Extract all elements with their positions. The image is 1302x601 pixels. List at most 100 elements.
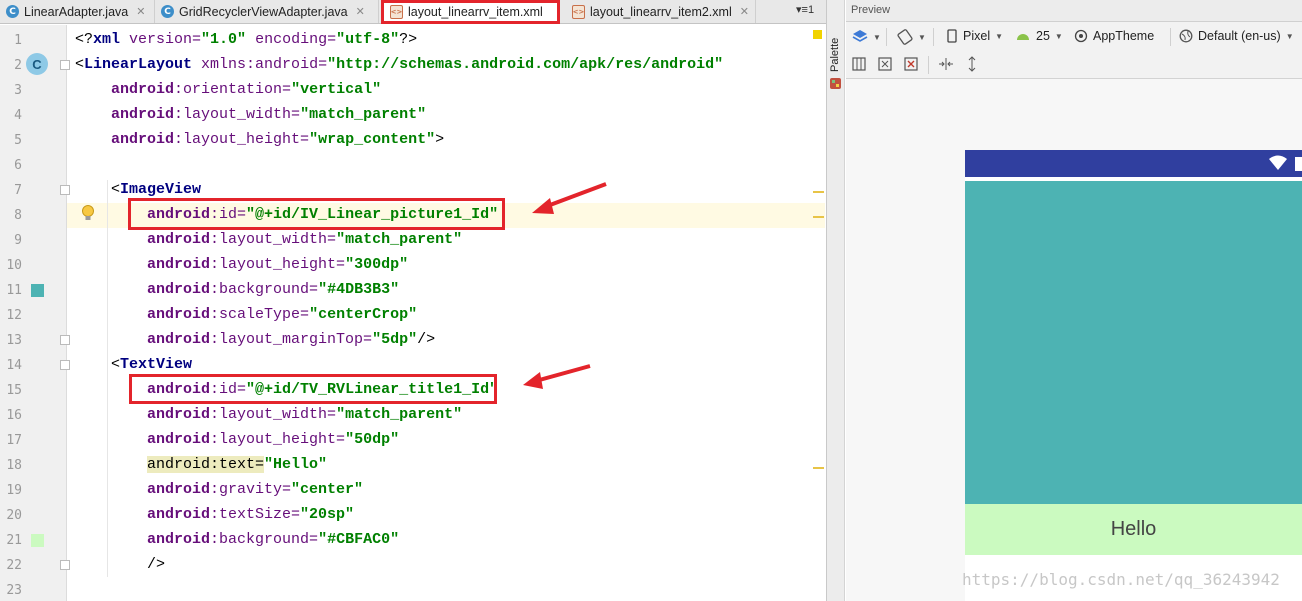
- code-token: encoding=: [246, 31, 337, 48]
- code-token: <?: [75, 31, 94, 48]
- code-line: android:orientation="vertical": [75, 81, 381, 98]
- line-number: 20: [6, 508, 22, 523]
- line-number: 19: [6, 483, 22, 498]
- imageview-preview[interactable]: [965, 181, 1302, 504]
- lightbulb-icon[interactable]: [81, 204, 95, 222]
- close-icon[interactable]: ✕: [136, 5, 145, 18]
- expand-vertical-icon[interactable]: [966, 56, 978, 72]
- tab-label: GridRecyclerViewAdapter.java: [179, 4, 348, 19]
- orientation-button[interactable]: ▼: [897, 29, 926, 45]
- locale-selector[interactable]: Default (en-us) ▼: [1179, 29, 1294, 43]
- code-token: "center": [291, 481, 364, 498]
- fold-marker[interactable]: [60, 560, 70, 570]
- api-level-selector[interactable]: 25 ▼: [1016, 29, 1063, 43]
- globe-icon: [1179, 29, 1193, 43]
- code-token: android: [147, 531, 211, 548]
- design-surface-button[interactable]: ▼: [852, 29, 881, 45]
- code-token: android: [111, 131, 175, 148]
- code-token: android: [147, 431, 211, 448]
- close-icon[interactable]: ✕: [740, 5, 749, 18]
- annotation-arrow: [523, 364, 591, 389]
- tab-label: LinearAdapter.java: [24, 4, 129, 19]
- annotation-arrow: [532, 182, 607, 214]
- scrollbar-marker[interactable]: [813, 191, 824, 193]
- code-line: <ImageView: [75, 181, 201, 198]
- tab-linear-adapter[interactable]: C LinearAdapter.java ✕: [0, 0, 155, 23]
- preview-toolbar-secondary: [846, 51, 1302, 79]
- zoom-fit-icon[interactable]: [878, 57, 892, 71]
- code-token: :orientation=: [174, 81, 292, 98]
- editor-tab-bar: C LinearAdapter.java ✕ C GridRecyclerVie…: [0, 0, 826, 24]
- code-token: :gravity=: [210, 481, 292, 498]
- code-token: "match_parent": [300, 106, 427, 123]
- line-number: 13: [6, 333, 22, 348]
- code-token: :textSize=: [210, 506, 301, 523]
- theme-selector[interactable]: AppTheme: [1074, 29, 1154, 43]
- class-gutter-icon[interactable]: C: [26, 53, 48, 75]
- scrollbar-marker[interactable]: [813, 216, 824, 218]
- expand-horizontal-icon[interactable]: [938, 57, 954, 71]
- fold-marker[interactable]: [60, 335, 70, 345]
- code-token: android: [147, 481, 211, 498]
- status-bar: [965, 150, 1302, 177]
- code-token: :layout_width=: [210, 231, 337, 248]
- wifi-icon: [1269, 155, 1302, 171]
- code-token: <: [75, 356, 121, 373]
- code-token: :layout_height=: [174, 131, 310, 148]
- code-token: android: [147, 256, 211, 273]
- code-token: "match_parent": [336, 406, 463, 423]
- line-number: 7: [14, 183, 22, 198]
- chevron-down-icon: ▼: [873, 32, 881, 42]
- code-line: android:background="#CBFAC0": [75, 531, 399, 548]
- code-token: android: [111, 81, 175, 98]
- fold-marker[interactable]: [60, 185, 70, 195]
- code-token: ImageView: [120, 181, 202, 198]
- palette-icon[interactable]: [829, 77, 842, 90]
- scrollbar-marker[interactable]: [813, 467, 824, 469]
- code-token: :layout_width=: [210, 406, 337, 423]
- code-token: "5dp": [372, 331, 418, 348]
- tab-layout-linearrv-item[interactable]: <> layout_linearrv_item.xml: [381, 0, 560, 24]
- line-number: 22: [6, 558, 22, 573]
- error-icon[interactable]: [904, 57, 918, 71]
- line-number: 11: [6, 283, 22, 298]
- tabs-overflow-menu[interactable]: ▾≡1: [796, 3, 814, 16]
- device-selector[interactable]: Pixel ▼: [947, 29, 1003, 43]
- line-number: 12: [6, 308, 22, 323]
- line-number: 23: [6, 583, 22, 598]
- code-token: "1.0": [201, 31, 247, 48]
- columns-icon[interactable]: [852, 57, 866, 71]
- fold-marker[interactable]: [60, 60, 70, 70]
- fold-marker[interactable]: [60, 360, 70, 370]
- color-swatch-icon[interactable]: [31, 284, 44, 297]
- code-token: android: [147, 506, 211, 523]
- code-token: :layout_marginTop=: [210, 331, 373, 348]
- color-swatch-icon[interactable]: [31, 534, 44, 547]
- line-number: 4: [14, 108, 22, 123]
- toolbar-divider: [1170, 28, 1171, 46]
- tab-grid-recycler-adapter[interactable]: C GridRecyclerViewAdapter.java ✕: [155, 0, 379, 23]
- toolbar-divider: [886, 28, 887, 46]
- code-line: android:background="#4DB3B3": [75, 281, 399, 298]
- tab-layout-linearrv-item2[interactable]: <> layout_linearrv_item2.xml ✕: [566, 0, 756, 23]
- inspection-status-icon[interactable]: [813, 30, 822, 39]
- code-token: "300dp": [345, 256, 409, 273]
- textview-preview[interactable]: Hello: [965, 504, 1302, 555]
- code-token: android: [147, 331, 211, 348]
- tab-label: layout_linearrv_item2.xml: [590, 4, 732, 19]
- code-token: :background=: [210, 531, 319, 548]
- line-number: 2: [14, 58, 22, 73]
- close-icon[interactable]: ✕: [356, 5, 365, 18]
- code-token: :scaleType=: [210, 306, 310, 323]
- code-line: android:text="Hello": [75, 456, 327, 473]
- palette-toggle[interactable]: Palette: [829, 38, 841, 72]
- android-icon: [1017, 34, 1029, 40]
